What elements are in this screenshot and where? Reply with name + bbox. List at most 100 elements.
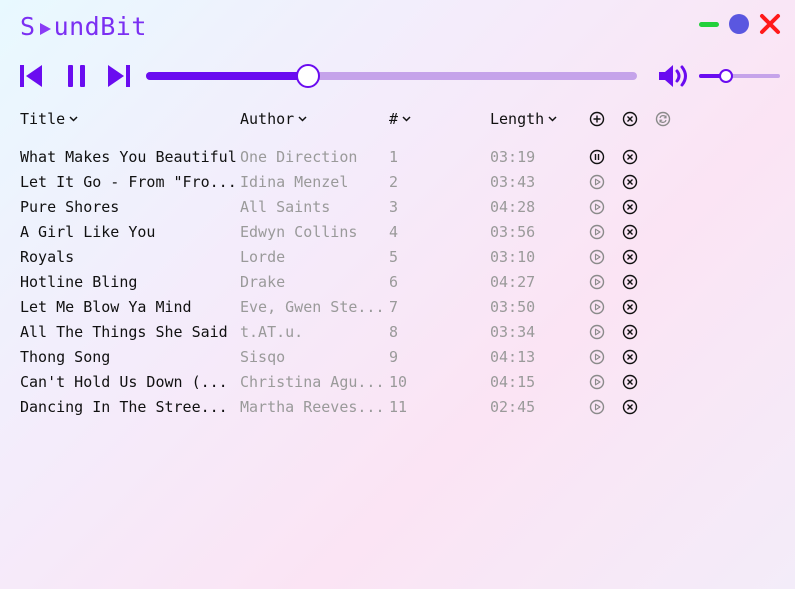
track-title: Pure Shores: [20, 198, 120, 216]
play-track-icon[interactable]: [589, 349, 605, 365]
track-author: Eve, Gwen Ste...: [240, 298, 385, 316]
remove-track-icon[interactable]: [622, 224, 638, 240]
track-number: 9: [389, 348, 399, 366]
track-author: t.AT.u.: [240, 323, 304, 341]
track-length: 03:56: [490, 223, 536, 241]
remove-track-icon[interactable]: [622, 349, 638, 365]
track-length: 04:28: [490, 198, 536, 216]
author-column-label: Author: [240, 110, 295, 128]
track-row[interactable]: Pure Shores All Saints 3 04:28: [0, 196, 795, 221]
track-row[interactable]: Can't Hold Us Down (... Christina Agu... 1…: [0, 371, 795, 396]
logo-suffix: undBit: [53, 12, 147, 41]
app-logo: S undBit: [20, 12, 147, 41]
progress-fill: [146, 72, 309, 80]
play-track-icon[interactable]: [589, 299, 605, 315]
track-row[interactable]: Dancing In The Stree... Martha Reeves... 1…: [0, 396, 795, 421]
volume-handle[interactable]: [718, 69, 733, 83]
play-track-icon[interactable]: [589, 324, 605, 340]
track-author: Edwyn Collins: [240, 223, 358, 241]
track-row[interactable]: Thong Song Sisqo 9 04:13: [0, 346, 795, 371]
logo-prefix: S: [20, 12, 36, 41]
remove-track-icon[interactable]: [622, 274, 638, 290]
track-row[interactable]: A Girl Like You Edwyn Collins 4 03:56: [0, 221, 795, 246]
track-author: All Saints: [240, 198, 331, 216]
sort-author-header[interactable]: Author: [240, 110, 307, 128]
track-number: 7: [389, 298, 399, 316]
pause-button[interactable]: [64, 62, 90, 90]
track-number: 3: [389, 198, 399, 216]
window-controls: [699, 13, 781, 35]
track-length: 03:34: [490, 323, 536, 341]
volume-icon[interactable]: [657, 63, 691, 89]
play-track-icon[interactable]: [589, 174, 605, 190]
sort-title-header[interactable]: Title: [20, 110, 78, 128]
remove-track-icon[interactable]: [622, 199, 638, 215]
track-row[interactable]: Let It Go - From "Fro... Idina Menzel 2 03:…: [0, 171, 795, 196]
track-title: A Girl Like You: [20, 223, 156, 241]
play-track-icon[interactable]: [589, 199, 605, 215]
volume-slider[interactable]: [699, 69, 780, 83]
remove-track-icon[interactable]: [622, 174, 638, 190]
minimize-button[interactable]: [699, 21, 719, 27]
track-length: 03:10: [490, 248, 536, 266]
track-list: What Makes You Beautiful One Direction 1 03…: [0, 146, 795, 421]
sort-length-header[interactable]: Length: [490, 110, 557, 128]
pause-track-icon[interactable]: [589, 149, 605, 165]
track-row[interactable]: All The Things She Said t.AT.u. 8 03:34: [0, 321, 795, 346]
track-row[interactable]: What Makes You Beautiful One Direction 1 03…: [0, 146, 795, 171]
progress-bar[interactable]: [146, 64, 637, 88]
remove-track-icon[interactable]: [622, 149, 638, 165]
remove-track-icon[interactable]: [622, 399, 638, 415]
play-track-icon[interactable]: [589, 249, 605, 265]
remove-track-icon[interactable]: [622, 374, 638, 390]
track-author: Martha Reeves...: [240, 398, 385, 416]
track-title: Royals: [20, 248, 75, 266]
track-title: Hotline Bling: [20, 273, 138, 291]
track-length: 03:50: [490, 298, 536, 316]
remove-track-icon[interactable]: [622, 324, 638, 340]
track-title: Let Me Blow Ya Mind: [20, 298, 192, 316]
sort-number-header[interactable]: #: [389, 110, 411, 128]
chevron-down-icon: [298, 116, 307, 122]
remove-track-icon[interactable]: [622, 299, 638, 315]
number-column-label: #: [389, 110, 399, 128]
track-number: 2: [389, 173, 399, 191]
track-author: Idina Menzel: [240, 173, 349, 191]
maximize-button[interactable]: [729, 14, 749, 34]
track-title: All The Things She Said: [20, 323, 228, 341]
track-number: 8: [389, 323, 399, 341]
track-length: 04:15: [490, 373, 536, 391]
track-number: 6: [389, 273, 399, 291]
track-number: 1: [389, 148, 399, 166]
play-track-icon[interactable]: [589, 274, 605, 290]
next-track-button[interactable]: [106, 62, 132, 90]
close-button[interactable]: [759, 13, 781, 35]
clear-list-icon[interactable]: [622, 111, 638, 127]
transport-controls: [18, 62, 132, 90]
chevron-down-icon: [402, 116, 411, 122]
track-length: 03:19: [490, 148, 536, 166]
previous-track-button[interactable]: [18, 62, 44, 90]
chevron-down-icon: [548, 116, 557, 122]
track-row[interactable]: Let Me Blow Ya Mind Eve, Gwen Ste... 7 03:5…: [0, 296, 795, 321]
play-track-icon[interactable]: [589, 224, 605, 240]
progress-handle[interactable]: [296, 64, 321, 88]
add-track-icon[interactable]: [589, 111, 605, 127]
track-author: One Direction: [240, 148, 358, 166]
track-length: 02:45: [490, 398, 536, 416]
track-row[interactable]: Royals Lorde 5 03:10: [0, 246, 795, 271]
track-title: What Makes You Beautiful: [20, 148, 237, 166]
track-author: Drake: [240, 273, 286, 291]
track-author: Christina Agu...: [240, 373, 385, 391]
title-column-label: Title: [20, 110, 66, 128]
track-row[interactable]: Hotline Bling Drake 6 04:27: [0, 271, 795, 296]
remove-track-icon[interactable]: [622, 249, 638, 265]
play-track-icon[interactable]: [589, 374, 605, 390]
track-number: 5: [389, 248, 399, 266]
play-track-icon[interactable]: [589, 399, 605, 415]
track-author: Sisqo: [240, 348, 286, 366]
chevron-down-icon: [69, 116, 78, 122]
track-length: 03:43: [490, 173, 536, 191]
track-number: 4: [389, 223, 399, 241]
refresh-icon[interactable]: [655, 111, 671, 127]
